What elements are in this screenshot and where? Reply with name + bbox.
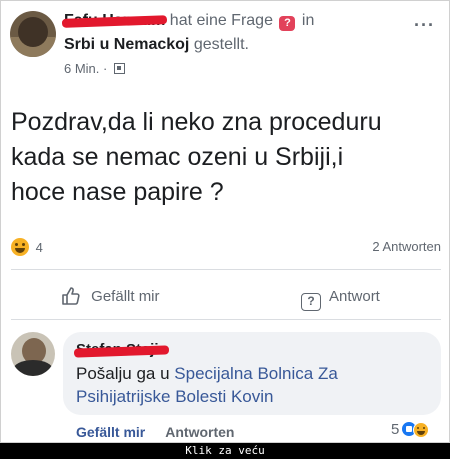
haha-reaction-icon[interactable] <box>11 238 29 256</box>
divider <box>11 269 441 270</box>
group-privacy-icon <box>113 63 125 74</box>
post-body-line: Pozdrav,da li neko zna proceduru <box>11 108 382 136</box>
haha-reaction-icon <box>413 422 430 438</box>
more-options-icon[interactable]: ··· <box>414 15 435 36</box>
group-name[interactable]: Srbi u Nemackoj <box>64 36 189 53</box>
like-label: Gefällt mir <box>91 288 160 305</box>
like-button[interactable]: Gefällt mir <box>61 285 160 309</box>
answer-icon: ? <box>301 293 321 311</box>
post-action-text: hat eine Frage <box>169 12 273 29</box>
thumbs-up-icon <box>62 287 80 305</box>
commenter-name[interactable]: Stefan Stojic <box>76 341 167 358</box>
commenter-avatar[interactable] <box>11 332 55 376</box>
comment-bubble: Stefan Stojic Pošalju ga u Specijalna Bo… <box>63 332 441 415</box>
comment-actions: Gefällt mir Antworten <box>76 424 234 440</box>
question-icon: ? <box>279 16 296 31</box>
comment-like-button[interactable]: Gefällt mir <box>76 424 145 440</box>
answers-count[interactable]: 2 Antworten <box>372 239 441 254</box>
post-card: Fafu Hanaum hat eine Frage ? in Srbi u N… <box>0 0 450 443</box>
timestamp-text[interactable]: 6 Min. · <box>64 61 107 76</box>
post-header-line1: Fafu Hanaum hat eine Frage ? in <box>64 11 314 31</box>
in-text: in <box>301 12 315 29</box>
post-timestamp: 6 Min. · <box>64 61 125 77</box>
divider <box>11 319 441 320</box>
comment-reply-button[interactable]: Antworten <box>165 424 234 440</box>
author-avatar[interactable] <box>10 11 56 57</box>
reactions-count[interactable]: 4 <box>36 240 43 255</box>
answer-button[interactable]: ? Antwort <box>301 285 380 311</box>
post-body: Pozdrav,da li neko zna proceduru kada se… <box>11 105 441 210</box>
comment-text: Pošalju ga u Specijalna Bolnica Za Psihi… <box>76 362 431 408</box>
answer-label: Antwort <box>329 288 380 305</box>
comment-reactions-count: 5 <box>391 421 400 438</box>
post-body-line: hoce nase papire ? <box>11 178 224 206</box>
reactions-row: 4 2 Antworten <box>11 238 441 260</box>
post-body-line: kada se nemac ozeni u Srbiji,i <box>11 143 344 171</box>
post-header-line2: Srbi u Nemackoj gestellt. <box>64 35 249 55</box>
comment-text-prefix: Pošalju ga u <box>76 364 175 383</box>
author-name[interactable]: Fafu Hanaum <box>64 11 165 31</box>
comment-reactions[interactable]: 5 <box>391 421 430 441</box>
posted-text: gestellt. <box>193 36 249 53</box>
image-caption: Klik za veću <box>0 443 450 459</box>
